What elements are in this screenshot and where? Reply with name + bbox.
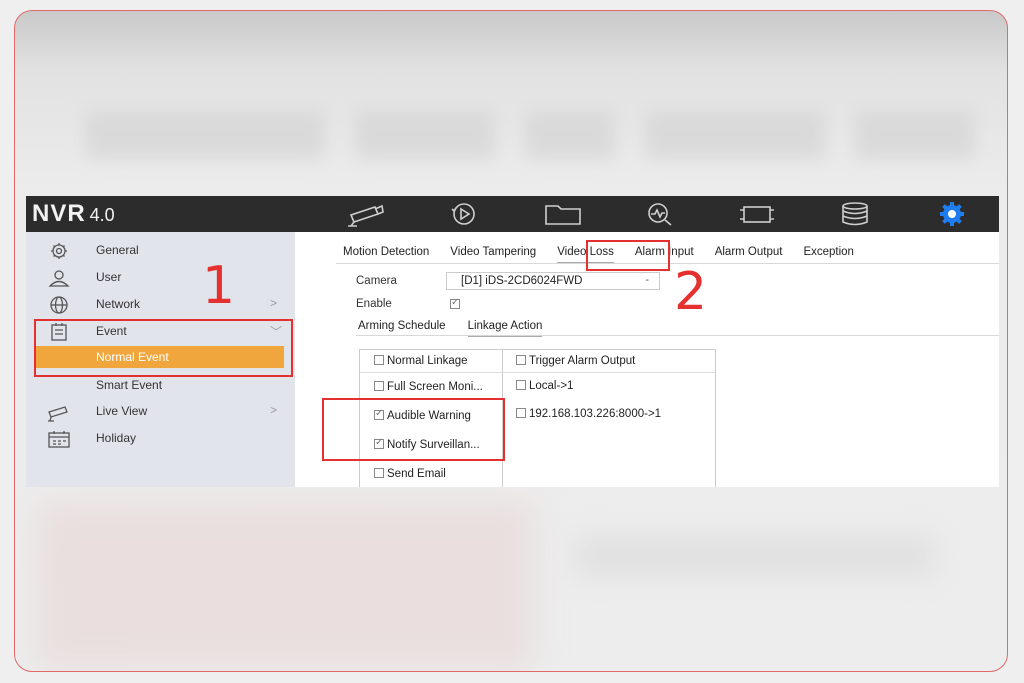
storage-icon[interactable] (832, 200, 878, 228)
option-label: 192.168.103.226:8000->1 (529, 408, 662, 420)
tab-exception[interactable]: Exception (803, 246, 854, 264)
local-output-option[interactable]: Local->1 (516, 379, 574, 392)
nvr-logo: NVR 4.0 (32, 200, 115, 228)
sidebar-item-label: Holiday (96, 431, 137, 445)
annotation-box-video-loss (586, 240, 670, 271)
sidebar-item-label: Live View (96, 404, 148, 418)
top-bar: NVR 4.0 (26, 196, 999, 232)
annotation-box-event (34, 319, 293, 377)
blurred-header (85, 111, 985, 181)
sidebar-item-label: User (96, 270, 122, 284)
tab-video-tampering[interactable]: Video Tampering (450, 246, 536, 264)
annotation-number-2: 2 (674, 262, 708, 322)
sidebar-item-general[interactable]: General (26, 238, 295, 264)
folder-icon[interactable] (540, 200, 586, 228)
enable-checkbox[interactable] (450, 297, 460, 309)
tab-alarm-output[interactable]: Alarm Output (715, 246, 783, 264)
option-label: Local->1 (529, 380, 574, 392)
annotation-box-linkage (322, 398, 505, 461)
normal-linkage-option[interactable]: Normal Linkage (374, 354, 468, 367)
ip-output-option[interactable]: 192.168.103.226:8000->1 (516, 407, 662, 420)
logo-version: 4.0 (89, 205, 115, 225)
user-icon (46, 268, 72, 288)
settings-gear-icon[interactable] (929, 200, 975, 228)
checkbox[interactable] (374, 354, 384, 365)
checkbox[interactable] (516, 379, 526, 390)
checkbox[interactable] (516, 407, 526, 418)
chevron-right-icon: > (270, 403, 278, 417)
full-screen-monitoring-option[interactable]: Full Screen Moni... (374, 380, 483, 393)
blurred-footer-right (575, 536, 935, 576)
sidebar-item-holiday[interactable]: Holiday (26, 426, 295, 452)
sidebar-item-network[interactable]: Network > (26, 292, 295, 318)
camera-icon[interactable] (342, 200, 388, 228)
option-label: Send Email (387, 468, 446, 480)
grid-header-divider (360, 372, 715, 373)
calendar-icon (46, 429, 72, 449)
search-icon[interactable] (637, 200, 683, 228)
gear-icon (46, 241, 72, 261)
camera-select-value: [D1] iDS-2CD6024FWD (461, 275, 583, 287)
checkbox[interactable] (516, 354, 526, 365)
trigger-alarm-output-option[interactable]: Trigger Alarm Output (516, 354, 636, 367)
sidebar-item-label: Smart Event (96, 378, 163, 392)
record-camera-icon[interactable] (734, 200, 780, 228)
camera-select[interactable]: [D1] iDS-2CD6024FWD - (446, 272, 660, 290)
option-label: Normal Linkage (387, 355, 468, 367)
sidebar-item-live-view[interactable]: Live View > (26, 399, 295, 425)
send-email-option[interactable]: Send Email (374, 467, 446, 480)
logo-text: NVR (32, 200, 86, 227)
dropdown-indicator-icon: - (645, 274, 649, 286)
blurred-footer (35, 501, 535, 671)
camera-icon (46, 402, 72, 422)
option-label: Full Screen Moni... (387, 381, 483, 393)
enable-label: Enable (356, 298, 392, 310)
subtab-divider (356, 335, 999, 336)
sidebar-item-label: Network (96, 297, 141, 311)
chevron-right-icon: > (270, 296, 278, 310)
sidebar-item-user[interactable]: User (26, 265, 295, 291)
sidebar-item-label: General (96, 243, 139, 257)
globe-icon (46, 295, 72, 315)
camera-label: Camera (356, 275, 397, 287)
playback-icon[interactable] (441, 200, 487, 228)
option-label: Trigger Alarm Output (529, 355, 636, 367)
checkbox[interactable] (374, 380, 384, 391)
tab-motion-detection[interactable]: Motion Detection (343, 246, 429, 264)
annotation-number-1: 1 (202, 256, 236, 316)
checkbox[interactable] (374, 467, 384, 478)
